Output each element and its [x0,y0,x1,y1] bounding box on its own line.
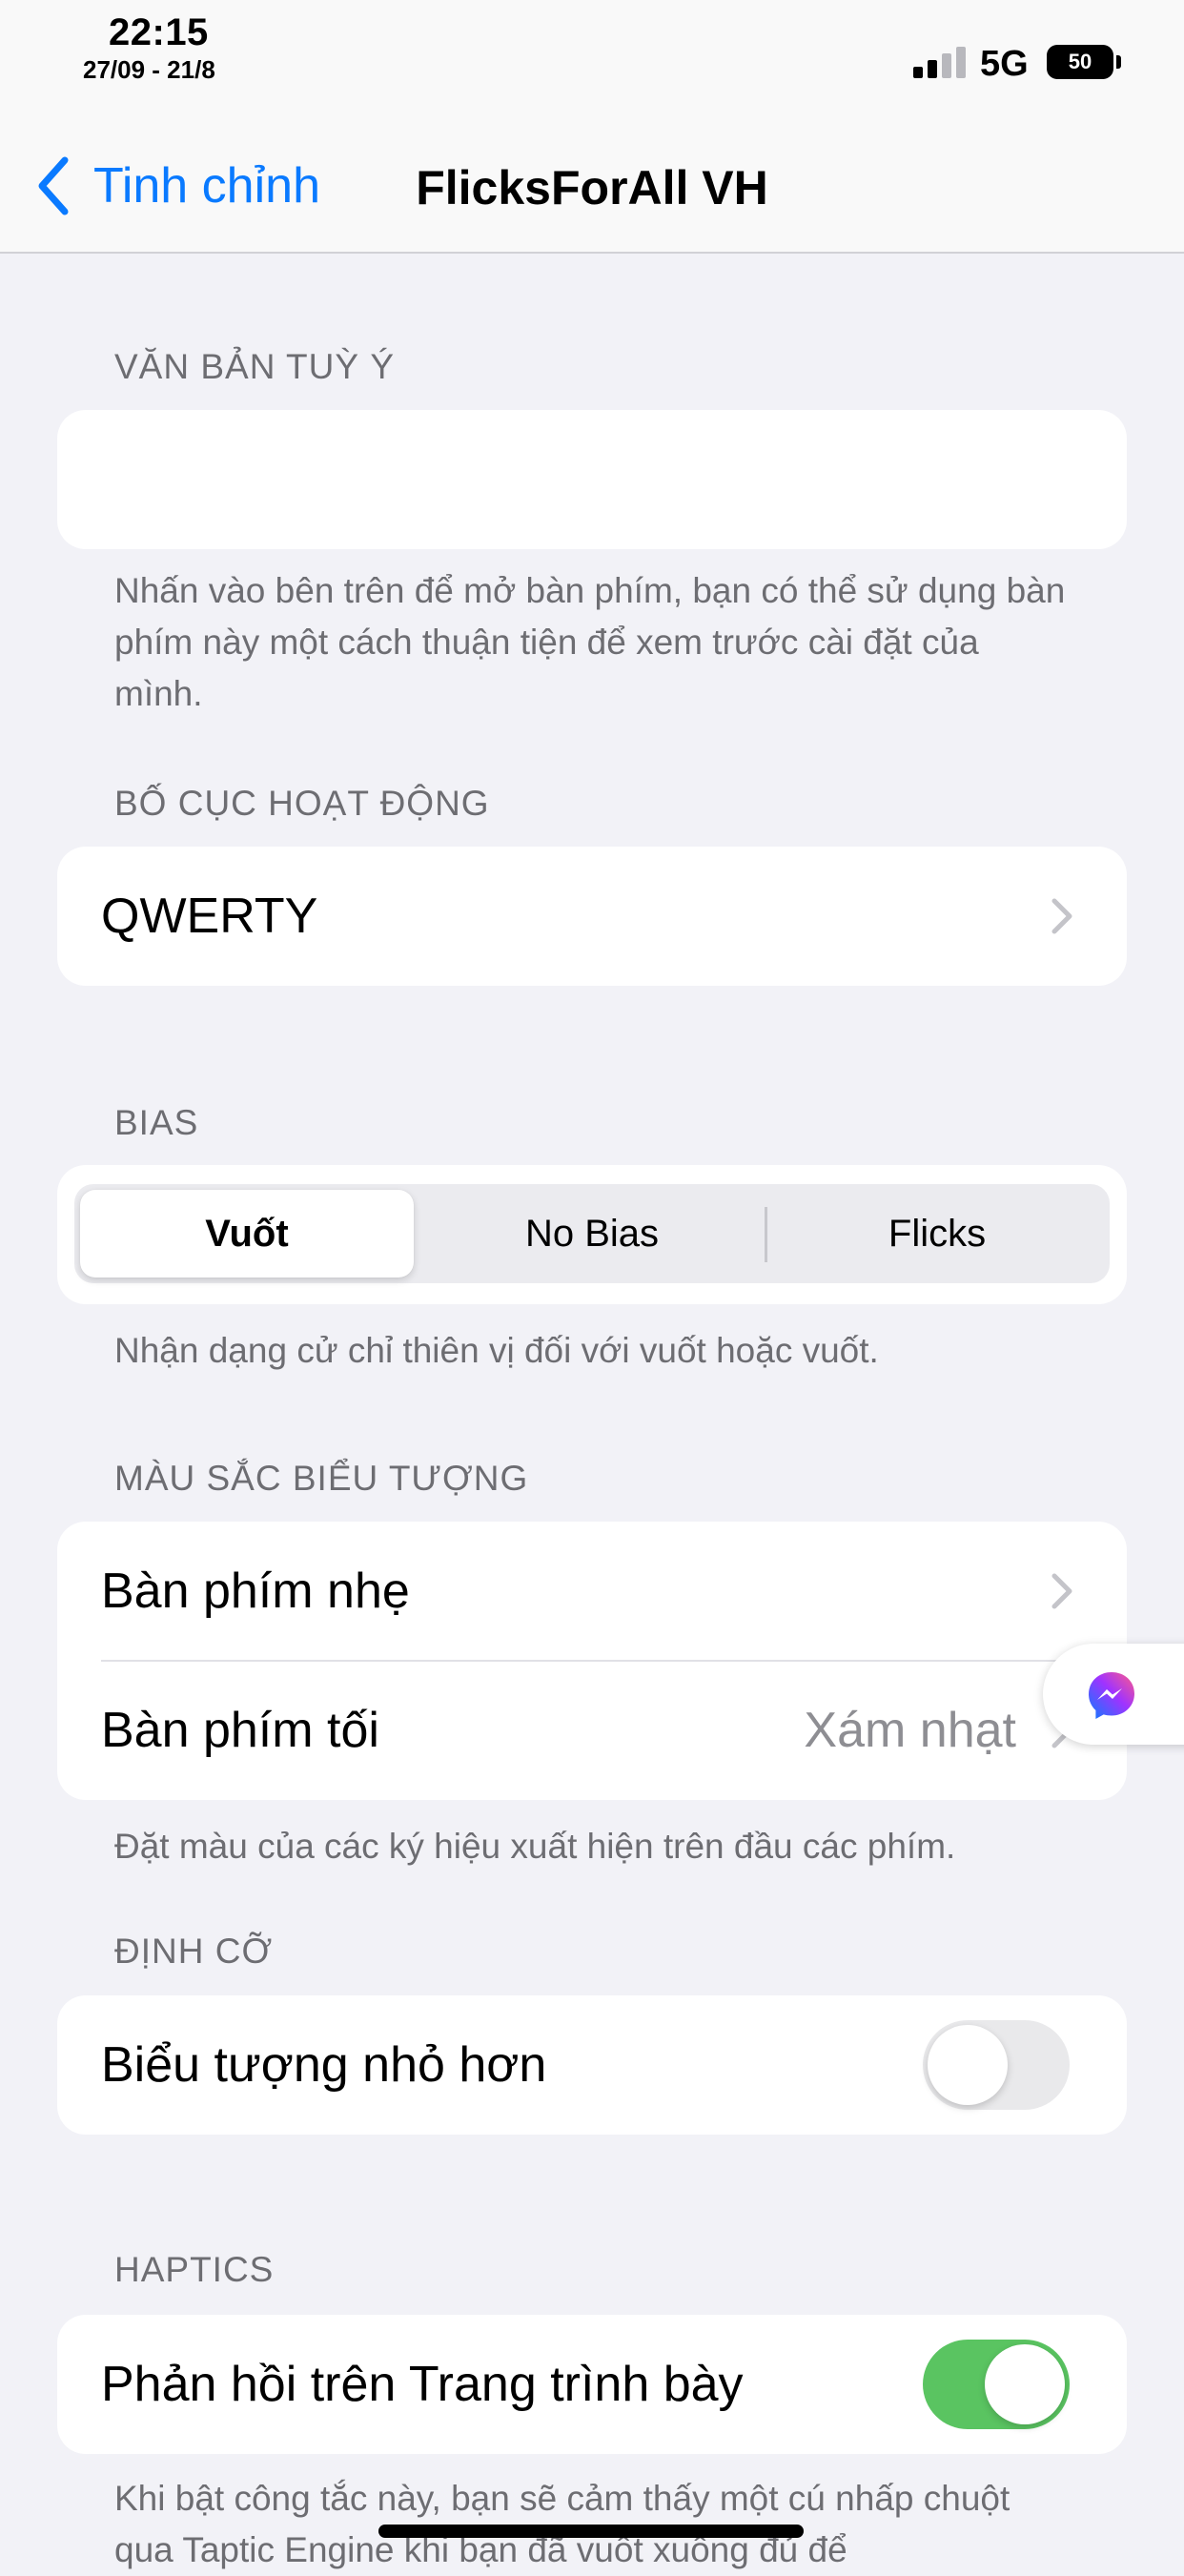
active-layout-card: QWERTY [57,847,1127,986]
section-header-haptics: HAPTICS [114,2250,275,2289]
signal-icon [913,46,967,78]
custom-text-footer: Nhấn vào bên trên để mở bàn phím, bạn có… [114,571,1066,713]
icon-color-card: Bàn phím nhẹ Bàn phím tối Xám nhạt [57,1522,1127,1800]
battery-tip [1116,55,1121,69]
toggle-knob [928,2025,1008,2105]
haptics-card: Phản hồi trên Trang trình bày [57,2315,1127,2454]
active-layout-value: QWERTY [101,889,318,944]
page-title: FlicksForAll VH [416,161,768,215]
sizing-card: Biểu tượng nhỏ hơn [57,1995,1127,2135]
smaller-icons-label: Biểu tượng nhỏ hơn [101,2037,547,2093]
custom-text-input[interactable] [57,410,1127,549]
icon-color-footer: Đặt màu của các ký hiệu xuất hiện trên đ… [114,1827,956,1866]
haptic-feedback-label: Phản hồi trên Trang trình bày [101,2357,744,2412]
bias-card: Vuốt No Bias Flicks [57,1165,1127,1304]
bias-option-no-bias[interactable]: No Bias [419,1184,765,1283]
light-keyboard-row[interactable]: Bàn phím nhẹ [57,1522,1127,1661]
status-date: 27/09 - 21/8 [83,55,215,84]
bias-segmented-control: Vuốt No Bias Flicks [74,1184,1110,1283]
bias-footer: Nhận dạng cử chỉ thiên vị đối với vuốt h… [114,1331,879,1370]
battery-icon: 50 [1047,45,1113,79]
section-header-bias: BIAS [114,1103,199,1142]
section-header-custom-text: VĂN BẢN TUỲ Ý [114,347,396,386]
bias-option-flicks[interactable]: Flicks [765,1184,1110,1283]
custom-text-value [57,410,1127,549]
haptic-feedback-row: Phản hồi trên Trang trình bày [57,2315,1127,2454]
messenger-icon [1089,1672,1134,1719]
section-header-sizing: ĐỊNH CỠ [114,1932,274,1971]
light-keyboard-label: Bàn phím nhẹ [101,1564,410,1619]
toggle-knob [985,2344,1065,2424]
messenger-chat-head[interactable] [1043,1644,1184,1745]
bias-option-vuot[interactable]: Vuốt [80,1190,414,1278]
section-header-active-layout: BỐ CỤC HOẠT ĐỘNG [114,784,490,823]
dark-keyboard-row[interactable]: Bàn phím tối Xám nhạt [57,1661,1127,1800]
status-time: 22:15 [109,11,209,53]
network-type: 5G [980,44,1029,84]
chevron-right-icon [1051,1573,1072,1609]
section-header-icon-color: MÀU SẮC BIỂU TƯỢNG [114,1459,529,1498]
haptic-feedback-toggle[interactable] [923,2340,1070,2429]
chevron-right-icon [1051,898,1072,934]
home-indicator [378,2525,804,2538]
top-bar: 22:15 27/09 - 21/8 5G 50 Tinh chỉnh Flic… [0,0,1184,254]
dark-keyboard-label: Bàn phím tối [101,1703,379,1758]
active-layout-row[interactable]: QWERTY [57,847,1127,986]
smaller-icons-toggle[interactable] [923,2020,1070,2110]
smaller-icons-row: Biểu tượng nhỏ hơn [57,1995,1127,2135]
dark-keyboard-value: Xám nhạt [804,1703,1016,1758]
